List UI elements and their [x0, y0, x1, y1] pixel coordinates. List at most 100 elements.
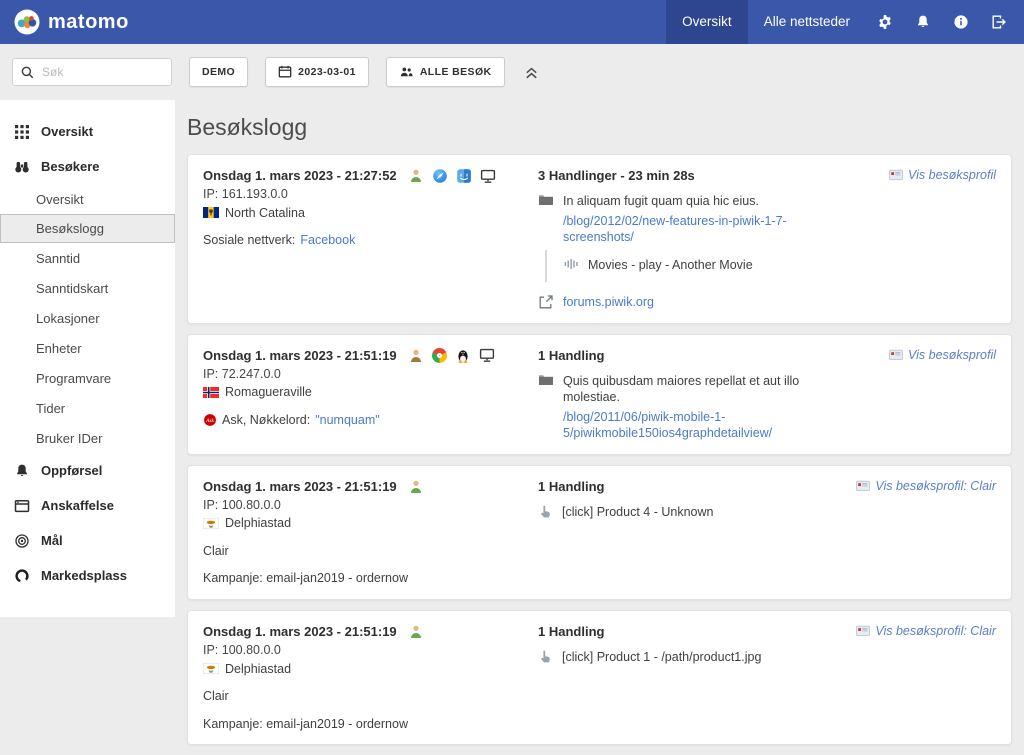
- folder-icon: [538, 373, 554, 387]
- referrer-link[interactable]: Facebook: [300, 232, 355, 249]
- actions-count: 1 Handling: [538, 478, 846, 495]
- desktop-icon: [480, 169, 496, 184]
- logout-icon[interactable]: [980, 0, 1018, 44]
- visit-date: Onsdag 1. mars 2023 - 21:51:19: [203, 478, 408, 495]
- action-pageview: In aliquam fugit quam quia hic eius. /bl…: [538, 193, 846, 282]
- visit-location: Delphiastad: [203, 661, 408, 678]
- visitor-brown-icon: [408, 348, 424, 364]
- sidebar-item-anskaffelse[interactable]: Anskaffelse: [0, 488, 175, 523]
- external-link-icon: [538, 294, 554, 310]
- page-url-link[interactable]: /blog/2011/06/piwik-mobile-1-5/piwikmobi…: [563, 409, 846, 442]
- sidebar-item-label: Besøkere: [41, 159, 100, 174]
- sidebar-item-oppforsel[interactable]: Oppførsel: [0, 453, 175, 488]
- sidebar-item-label: Oversikt: [36, 192, 84, 207]
- sidebar-item-label: Lokasjoner: [36, 311, 100, 326]
- sidebar-item-besokslogg[interactable]: Besøkslogg: [0, 214, 175, 243]
- visitor-profile-link[interactable]: Vis besøksprofil: [889, 347, 996, 364]
- visitor-green-icon: [408, 168, 424, 184]
- flag-norway-icon: [203, 387, 219, 398]
- visit-date: Onsdag 1. mars 2023 - 21:27:52: [203, 167, 408, 184]
- site-selector-button[interactable]: DEMO: [189, 57, 248, 87]
- visit-actions-column: 3 Handlinger - 23 min 28s In aliquam fug…: [538, 167, 996, 311]
- sidebar-item-label: Sanntidskart: [36, 281, 108, 296]
- visit-devices: [408, 347, 538, 364]
- sidebar-item-label: Besøkslogg: [36, 221, 104, 236]
- sidebar-item-programvare[interactable]: Programvare: [0, 363, 175, 393]
- sidebar-item-label: Bruker IDer: [36, 431, 102, 446]
- main-content: Besøkslogg Onsdag 1. mars 2023 - 21:27:5…: [175, 100, 1024, 755]
- action-click: [click] Product 1 - /path/product1.jpg: [538, 649, 846, 666]
- sidebar-item-tider[interactable]: Tider: [0, 393, 175, 423]
- sidebar-item-bruker-ider[interactable]: Bruker IDer: [0, 423, 175, 453]
- toolbar: DEMO 2023-03-01 ALLE BESØK: [0, 44, 1024, 100]
- sidebar-item-sanntid[interactable]: Sanntid: [0, 243, 175, 273]
- bell-icon[interactable]: [904, 0, 942, 44]
- nav-tab-oversikt[interactable]: Oversikt: [666, 0, 748, 44]
- bell-icon: [14, 463, 30, 479]
- sidebar-item-oversikt[interactable]: Oversikt: [0, 184, 175, 214]
- visit-info-column: Onsdag 1. mars 2023 - 21:51:19 IP: 72.24…: [203, 347, 408, 429]
- sidebar-item-besokere[interactable]: Besøkere: [0, 149, 175, 184]
- outlink-url[interactable]: forums.piwik.org: [563, 294, 654, 311]
- search-icon: [20, 65, 35, 80]
- sidebar-item-sanntidskart[interactable]: Sanntidskart: [0, 273, 175, 303]
- matomo-logo-icon: [14, 9, 40, 35]
- sidebar-item-label: Programvare: [36, 371, 111, 386]
- collapse-arrows-icon[interactable]: [522, 65, 541, 80]
- visitor-profile-link[interactable]: Vis besøksprofil: Clair: [856, 623, 996, 640]
- sidebar-item-label: Oppførsel: [41, 463, 102, 478]
- date-range-button[interactable]: 2023-03-01: [265, 57, 369, 87]
- visit-date: Onsdag 1. mars 2023 - 21:51:19: [203, 623, 408, 640]
- chrome-icon: [432, 348, 447, 363]
- page-title-text: Quis quibusdam maiores repellat et aut i…: [563, 373, 846, 406]
- sidebar-item-label: Anskaffelse: [41, 498, 114, 513]
- sidebar-item-oversikt[interactable]: Oversikt: [0, 114, 175, 149]
- visitor-profile-link[interactable]: Vis besøksprofil: Clair: [856, 478, 996, 495]
- visitor-profile-link[interactable]: Vis besøksprofil: [889, 167, 996, 184]
- visitor-log-list: Onsdag 1. mars 2023 - 21:27:52 IP: 161.1…: [187, 154, 1012, 745]
- sidebar-item-lokasjoner[interactable]: Lokasjoner: [0, 303, 175, 333]
- sidebar-item-mal[interactable]: Mål: [0, 523, 175, 558]
- matomo-logo[interactable]: matomo: [14, 9, 129, 35]
- info-icon[interactable]: [942, 0, 980, 44]
- visit-location: Romagueraville: [203, 384, 408, 401]
- segment-label: ALLE BESØK: [420, 66, 492, 78]
- page-url-link[interactable]: /blog/2012/02/new-features-in-piwik-1-7-…: [563, 213, 846, 246]
- sidebar-item-label: Mål: [41, 533, 63, 548]
- segment-button[interactable]: ALLE BESØK: [386, 57, 505, 87]
- visit-referrer: AskAsk, Nøkkelord: "numquam": [203, 412, 408, 429]
- top-navbar: matomo Oversikt Alle nettsteder: [0, 0, 1024, 44]
- visit-ip: IP: 100.80.0.0: [203, 642, 408, 659]
- visitor-green-icon: [408, 624, 424, 640]
- sidebar-item-markedsplass[interactable]: Markedsplass: [0, 558, 175, 593]
- visit-info-column: Onsdag 1. mars 2023 - 21:51:19 IP: 100.8…: [203, 623, 408, 732]
- site-selector-label: DEMO: [202, 66, 235, 78]
- search-input[interactable]: [40, 64, 164, 80]
- linux-icon: [455, 348, 471, 364]
- safari-icon: [432, 168, 448, 184]
- gear-icon[interactable]: [866, 0, 904, 44]
- visit-location: Delphiastad: [203, 515, 408, 532]
- actions-count: 1 Handling: [538, 347, 846, 364]
- visitor-profile-icon: [856, 480, 870, 492]
- visit-card: Onsdag 1. mars 2023 - 21:51:19 IP: 100.8…: [187, 610, 1012, 745]
- sidebar-item-enheter[interactable]: Enheter: [0, 333, 175, 363]
- nav-tab-alle-nettsteder[interactable]: Alle nettsteder: [748, 0, 866, 44]
- page-layout: Oversikt Besøkere Oversikt Besøkslogg Sannti…: [0, 100, 1024, 755]
- visit-card: Onsdag 1. mars 2023 - 21:51:19 IP: 72.24…: [187, 334, 1012, 455]
- visitor-profile-icon: [856, 625, 870, 637]
- referrer-link[interactable]: "numquam": [315, 412, 379, 429]
- sidebar-item-label: Oversikt: [41, 124, 93, 139]
- action-outlink: forums.piwik.org: [538, 294, 846, 311]
- visit-extra-line: Kampanje: email-jan2019 - ordernow: [203, 716, 408, 733]
- visit-extra-line: Clair: [203, 688, 408, 705]
- sidebar-item-label: Sanntid: [36, 251, 80, 266]
- actions-count: 1 Handling: [538, 623, 846, 640]
- visit-location-label: North Catalina: [225, 205, 305, 222]
- sidebar-item-label: Tider: [36, 401, 65, 416]
- macos-icon: [456, 168, 472, 184]
- visit-extra-line: Kampanje: email-jan2019 - ordernow: [203, 570, 408, 587]
- folder-icon: [538, 193, 554, 207]
- visitor-profile-icon: [889, 169, 903, 181]
- binoculars-icon: [14, 159, 30, 175]
